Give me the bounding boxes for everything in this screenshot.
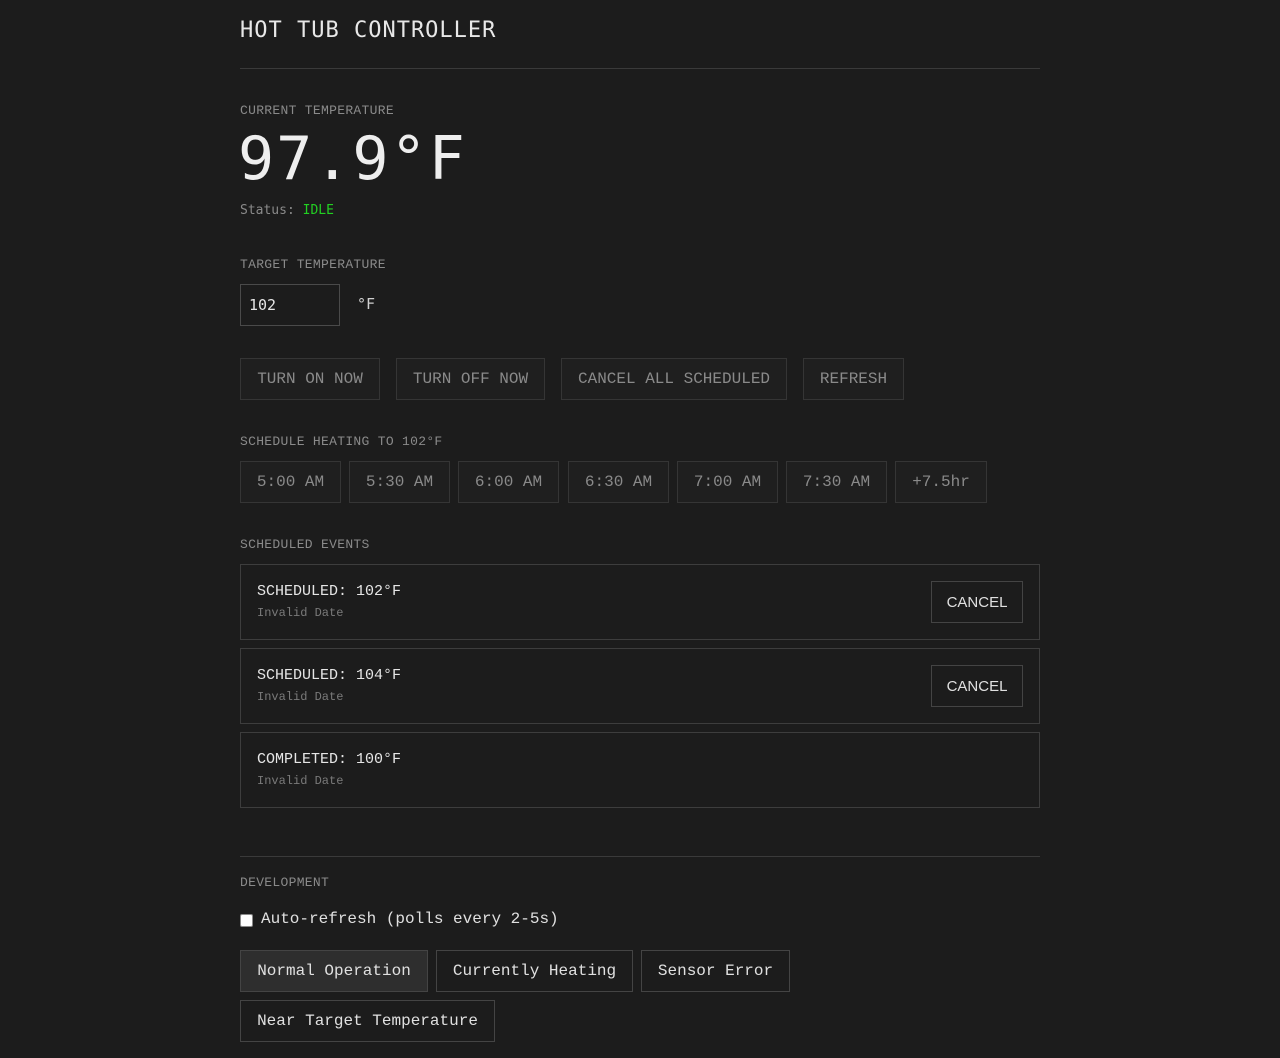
cancel-event-button[interactable]: CANCEL — [931, 581, 1023, 623]
turn-off-now-button[interactable]: TURN OFF NOW — [396, 358, 545, 400]
target-temperature-unit: °F — [357, 295, 376, 313]
schedule-time-button[interactable]: 5:00 AM — [240, 461, 341, 503]
scenario-sensor-error-button[interactable]: Sensor Error — [641, 950, 790, 992]
current-temperature-label: CURRENT TEMPERATURE — [240, 103, 394, 118]
event-card: COMPLETED: 100°F Invalid Date — [240, 732, 1040, 808]
event-date: Invalid Date — [257, 606, 344, 620]
scenario-normal-operation-button[interactable]: Normal Operation — [240, 950, 428, 992]
target-temperature-input[interactable] — [240, 284, 340, 326]
cancel-all-scheduled-button[interactable]: CANCEL ALL SCHEDULED — [561, 358, 787, 400]
development-divider — [240, 856, 1040, 857]
event-title: COMPLETED: 100°F — [257, 751, 402, 768]
refresh-button[interactable]: REFRESH — [803, 358, 904, 400]
schedule-time-button[interactable]: 5:30 AM — [349, 461, 450, 503]
schedule-time-button[interactable]: 6:30 AM — [568, 461, 669, 503]
scheduled-events-label: SCHEDULED EVENTS — [240, 537, 370, 552]
current-temperature-value: 97.9°F — [238, 124, 467, 194]
development-label: DEVELOPMENT — [240, 875, 330, 890]
page-title: HOT TUB CONTROLLER — [240, 18, 497, 43]
autorefresh-checkbox[interactable] — [240, 913, 253, 927]
schedule-time-button[interactable]: 6:00 AM — [458, 461, 559, 503]
autorefresh-label: Auto-refresh (polls every 2-5s) — [261, 910, 559, 928]
schedule-time-button[interactable]: 7:00 AM — [677, 461, 778, 503]
event-title: SCHEDULED: 102°F — [257, 583, 402, 600]
status-label: Status: — [240, 203, 295, 218]
turn-on-now-button[interactable]: TURN ON NOW — [240, 358, 380, 400]
schedule-time-button[interactable]: 7:30 AM — [786, 461, 887, 503]
event-date: Invalid Date — [257, 774, 344, 788]
status-value: IDLE — [302, 203, 334, 218]
scenario-currently-heating-button[interactable]: Currently Heating — [436, 950, 633, 992]
event-date: Invalid Date — [257, 690, 344, 704]
header-divider — [240, 68, 1040, 69]
cancel-event-button[interactable]: CANCEL — [931, 665, 1023, 707]
event-card: SCHEDULED: 102°F Invalid Date CANCEL — [240, 564, 1040, 640]
schedule-heating-label: SCHEDULE HEATING TO 102°F — [240, 434, 443, 449]
event-card: SCHEDULED: 104°F Invalid Date CANCEL — [240, 648, 1040, 724]
autorefresh-row[interactable]: Auto-refresh (polls every 2-5s) — [240, 910, 559, 928]
scenario-near-target-button[interactable]: Near Target Temperature — [240, 1000, 495, 1042]
status-line: Status: IDLE — [240, 203, 334, 218]
schedule-offset-button[interactable]: +7.5hr — [895, 461, 987, 503]
target-temperature-label: TARGET TEMPERATURE — [240, 257, 386, 272]
event-title: SCHEDULED: 104°F — [257, 667, 402, 684]
